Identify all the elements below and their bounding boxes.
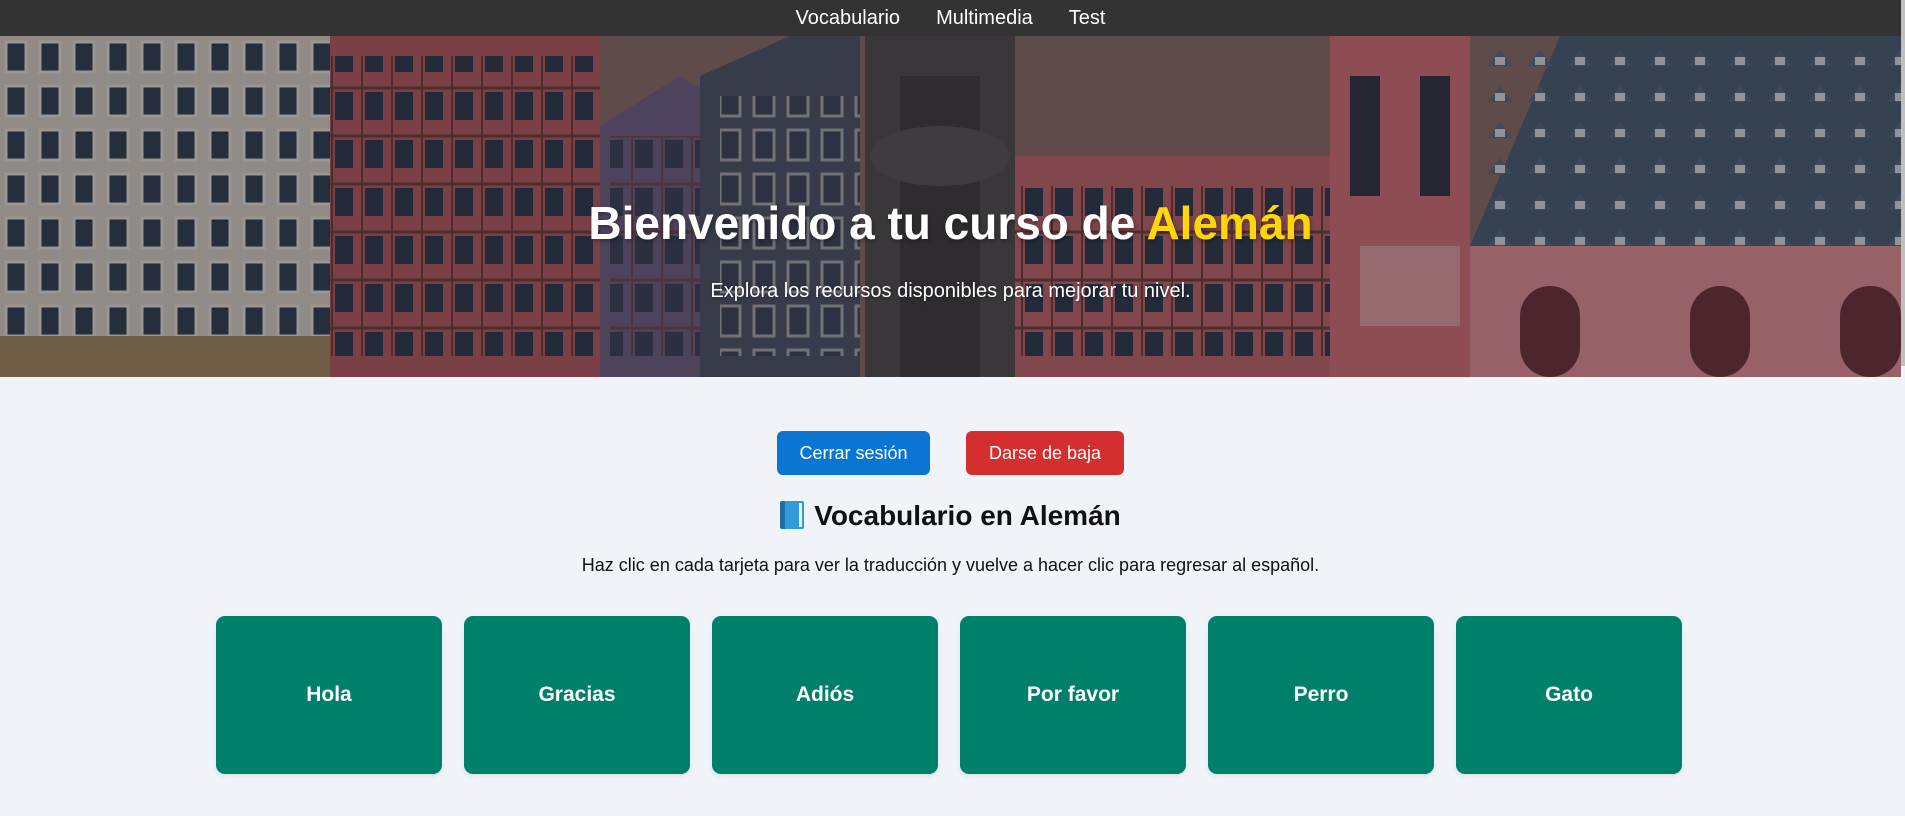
vocabulary-title-text: Vocabulario en Alemán [814, 500, 1121, 531]
flashcard-por-favor[interactable]: Por favor [960, 616, 1186, 774]
flashcard-grid: Hola Gracias Adiós Por favor Perro Gato [216, 616, 1682, 774]
flashcard-perro[interactable]: Perro [1208, 616, 1434, 774]
flashcard-hola[interactable]: Hola [216, 616, 442, 774]
blue-book-icon [780, 501, 805, 529]
logout-button[interactable]: Cerrar sesión [777, 431, 930, 475]
nav-item-test[interactable]: Test [1069, 3, 1106, 33]
nav-item-vocabulario[interactable]: Vocabulario [796, 3, 901, 33]
top-navigation: Vocabulario Multimedia Test [0, 0, 1901, 36]
hero-title: Bienvenido a tu curso de Alemán [0, 191, 1901, 255]
nav-item-multimedia[interactable]: Multimedia [936, 3, 1033, 33]
hero-banner: Bienvenido a tu curso de Alemán Explora … [0, 36, 1901, 377]
flashcard-gato[interactable]: Gato [1456, 616, 1682, 774]
vocabulary-section-title: Vocabulario en Alemán [0, 496, 1901, 536]
account-actions: Cerrar sesión Darse de baja [0, 431, 1901, 475]
scrollbar[interactable] [1901, 0, 1905, 366]
hero-title-prefix: Bienvenido a tu curso de [588, 197, 1147, 249]
flashcard-adios[interactable]: Adiós [712, 616, 938, 774]
hero-title-language: Alemán [1146, 197, 1313, 249]
flashcard-gracias[interactable]: Gracias [464, 616, 690, 774]
unsubscribe-button[interactable]: Darse de baja [966, 431, 1124, 475]
hero-subtitle: Explora los recursos disponibles para me… [710, 280, 1191, 302]
vocabulary-instructions: Haz clic en cada tarjeta para ver la tra… [581, 555, 1320, 575]
